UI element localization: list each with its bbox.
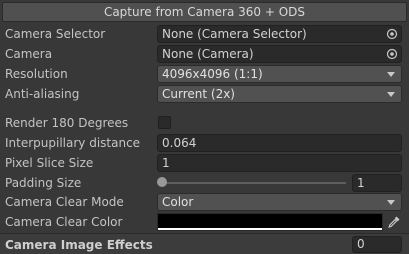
anti-aliasing-dropdown[interactable]: Current (2x)	[157, 85, 402, 103]
camera-selector-label: Camera Selector	[5, 27, 106, 41]
resolution-label: Resolution	[5, 67, 68, 81]
anti-aliasing-row: Anti-aliasing Current (2x)	[0, 84, 409, 104]
padding-label: Padding Size	[5, 176, 82, 190]
interpupillary-label: Interpupillary distance	[5, 136, 141, 150]
alpha-bar	[158, 228, 382, 230]
clear-mode-row: Camera Clear Mode Color	[0, 192, 409, 212]
camera-row: Camera None (Camera)	[0, 44, 409, 64]
render-180-row: Render 180 Degrees	[0, 113, 409, 133]
chevron-down-icon	[387, 72, 395, 77]
clear-color-label: Camera Clear Color	[5, 215, 123, 229]
camera-selector-value: None (Camera Selector)	[162, 27, 307, 41]
pixel-slice-label: Pixel Slice Size	[5, 156, 94, 170]
chevron-down-icon	[387, 92, 395, 97]
padding-slider-handle[interactable]	[157, 177, 167, 187]
section-header[interactable]: Capture from Camera 360 + ODS	[2, 2, 407, 22]
clear-mode-value: Color	[162, 195, 194, 209]
pixel-slice-input[interactable]: 1	[157, 154, 402, 172]
clear-color-swatch[interactable]	[157, 213, 383, 231]
interpupillary-input[interactable]: 0.064	[157, 134, 402, 152]
eyedropper-icon[interactable]	[387, 215, 401, 229]
resolution-row: Resolution 4096x4096 (1:1)	[0, 64, 409, 84]
anti-aliasing-label: Anti-aliasing	[5, 87, 80, 101]
pixel-slice-row: Pixel Slice Size 1	[0, 153, 409, 173]
clear-mode-label: Camera Clear Mode	[5, 195, 124, 209]
padding-input[interactable]: 1	[352, 174, 402, 192]
interpupillary-row: Interpupillary distance 0.064	[0, 133, 409, 153]
camera-image-effects-header[interactable]: Camera Image Effects 0	[0, 233, 409, 254]
camera-label: Camera	[5, 47, 53, 61]
chevron-down-icon	[387, 200, 395, 205]
render-180-checkbox[interactable]	[158, 116, 171, 129]
resolution-value: 4096x4096 (1:1)	[162, 67, 263, 81]
resolution-dropdown[interactable]: 4096x4096 (1:1)	[157, 65, 402, 83]
camera-selector-row: Camera Selector None (Camera Selector)	[0, 24, 409, 44]
clear-mode-dropdown[interactable]: Color	[157, 193, 402, 211]
object-picker-icon[interactable]	[386, 28, 398, 40]
object-picker-icon[interactable]	[386, 48, 398, 60]
anti-aliasing-value: Current (2x)	[162, 87, 235, 101]
camera-selector-field[interactable]: None (Camera Selector)	[157, 25, 402, 43]
camera-field[interactable]: None (Camera)	[157, 45, 402, 63]
camera-image-effects-count[interactable]: 0	[352, 236, 402, 253]
padding-slider-track[interactable]	[162, 182, 346, 184]
padding-row: Padding Size 1	[0, 173, 409, 193]
camera-value: None (Camera)	[162, 47, 254, 61]
clear-color-row: Camera Clear Color	[0, 212, 409, 232]
render-180-label: Render 180 Degrees	[5, 116, 129, 130]
camera-image-effects-label: Camera Image Effects	[5, 238, 153, 252]
